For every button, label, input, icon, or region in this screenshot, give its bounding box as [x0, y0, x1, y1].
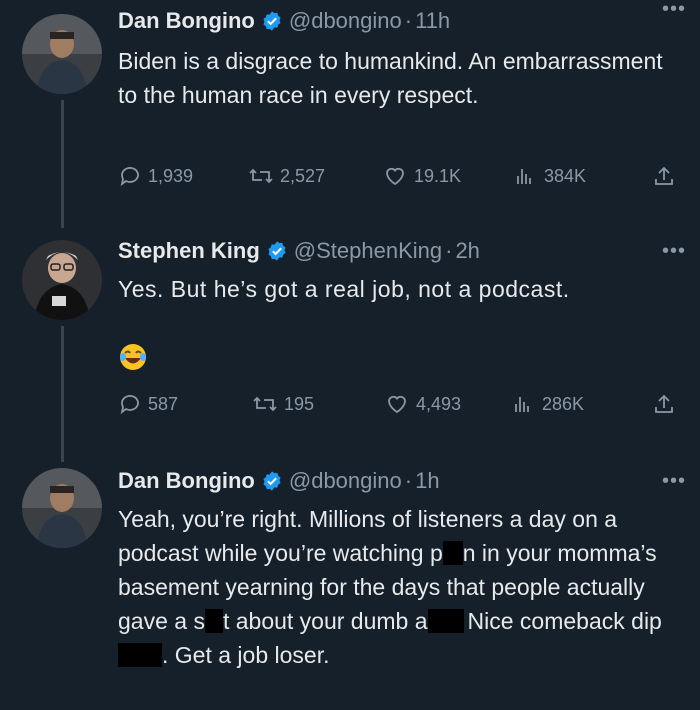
- redaction-box: [118, 643, 162, 667]
- avatar[interactable]: [22, 468, 102, 548]
- text-segment: Nice comeback dip: [467, 608, 662, 634]
- redaction-box: [204, 609, 223, 633]
- laughing-with-tears-emoji: [120, 344, 146, 370]
- retweet-button[interactable]: 195: [252, 392, 314, 416]
- like-count: 19.1K: [414, 165, 462, 186]
- more-icon[interactable]: •••: [662, 471, 686, 491]
- separator: ·: [445, 238, 453, 263]
- like-icon: [386, 167, 404, 186]
- timestamp[interactable]: 11h: [415, 8, 450, 34]
- retweet-icon: [253, 396, 277, 412]
- views-button[interactable]: 286K: [510, 392, 584, 416]
- handle[interactable]: @dbongino: [289, 8, 402, 34]
- avatar[interactable]: [22, 240, 102, 320]
- share-button[interactable]: [652, 392, 682, 416]
- tweet[interactable]: Stephen King @StephenKing · 2h ••• Yes. …: [0, 228, 700, 462]
- retweet-count: 2,527: [280, 165, 326, 186]
- share-button[interactable]: [652, 164, 682, 188]
- reply-button[interactable]: 587: [118, 392, 178, 416]
- text-segment: . Get a job loser.: [162, 642, 330, 668]
- like-button[interactable]: 4,493: [384, 392, 461, 416]
- verified-badge-icon: [263, 11, 281, 31]
- separator: ·: [404, 468, 413, 493]
- text-segment: t about your dumb a: [222, 608, 428, 634]
- display-name[interactable]: Stephen King: [118, 238, 260, 264]
- tweet[interactable]: Dan Bongino @dbongino · 1h ••• Yeah, you…: [0, 462, 700, 710]
- action-bar: 587 195 4,493 286K: [118, 392, 684, 418]
- like-icon: [388, 395, 406, 414]
- timestamp[interactable]: 2h: [455, 238, 479, 264]
- tweet-text: Biden is a disgrace to humankind. An emb…: [118, 48, 663, 108]
- avatar[interactable]: [22, 14, 102, 94]
- display-name[interactable]: Dan Bongino: [118, 8, 255, 34]
- display-name[interactable]: Dan Bongino: [118, 468, 255, 494]
- share-icon: [655, 166, 673, 185]
- retweet-count: 195: [284, 393, 315, 414]
- redaction-box: [427, 609, 464, 633]
- like-button[interactable]: 19.1K: [382, 164, 461, 188]
- verified-badge-icon: [263, 471, 281, 491]
- reply-button[interactable]: 1,939: [118, 164, 193, 188]
- more-icon[interactable]: •••: [662, 0, 686, 19]
- views-icon: [517, 169, 531, 184]
- handle[interactable]: @dbongino: [289, 468, 402, 494]
- views-button[interactable]: 384K: [512, 164, 586, 188]
- tweet-header: Stephen King @StephenKing · 2h: [118, 238, 480, 264]
- tweet-header: Dan Bongino @dbongino · 11h: [118, 8, 450, 34]
- tweet-header: Dan Bongino @dbongino · 1h: [118, 468, 440, 494]
- views-icon: [515, 397, 529, 412]
- action-bar: 1,939 2,527 19.1K 384K: [118, 164, 684, 190]
- like-count: 4,493: [416, 393, 462, 414]
- reply-count: 587: [148, 393, 179, 414]
- retweet-button[interactable]: 2,527: [248, 164, 325, 188]
- reply-count: 1,939: [148, 165, 194, 186]
- views-count: 384K: [544, 165, 587, 186]
- views-count: 286K: [542, 393, 585, 414]
- timestamp[interactable]: 1h: [415, 468, 439, 494]
- handle[interactable]: @StephenKing: [294, 238, 442, 264]
- more-icon[interactable]: •••: [662, 241, 686, 261]
- reply-icon: [120, 395, 139, 415]
- separator: ·: [404, 8, 413, 33]
- retweet-icon: [249, 168, 273, 184]
- share-icon: [655, 394, 673, 413]
- tweet[interactable]: Dan Bongino @dbongino · 11h ••• Biden is…: [0, 0, 700, 228]
- reply-icon: [120, 167, 139, 187]
- tweet-text: Yeah, you’re right. Millions of listener…: [118, 502, 663, 672]
- verified-badge-icon: [268, 241, 286, 261]
- tweet-text: Yes. But he’s got a real job, not a podc…: [118, 276, 570, 302]
- redaction-box: [442, 541, 463, 565]
